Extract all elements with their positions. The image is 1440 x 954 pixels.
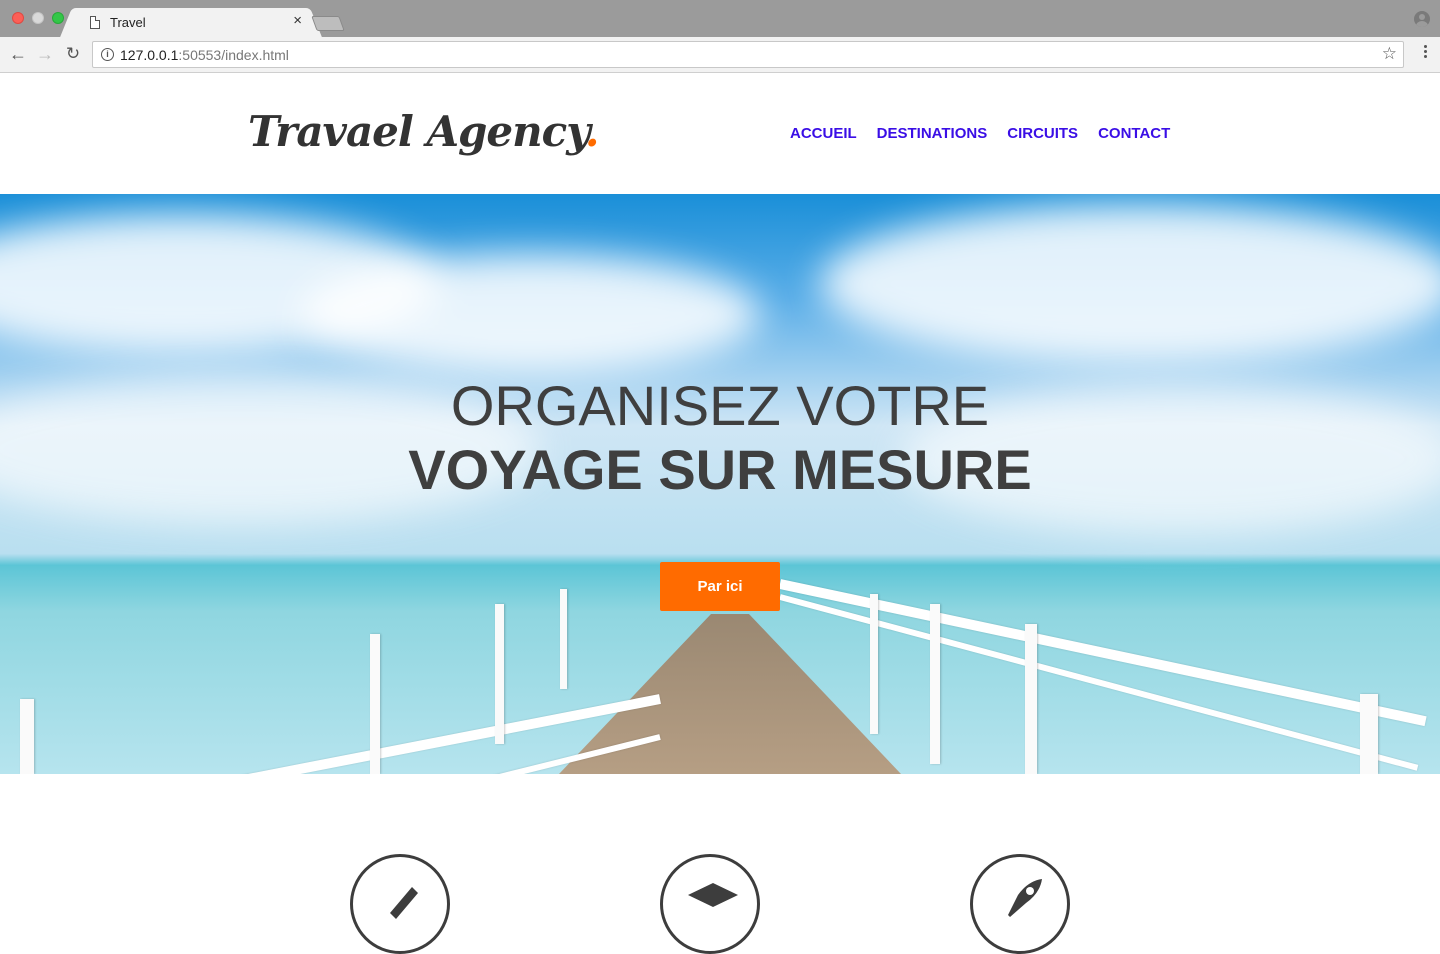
maximize-window-button[interactable] (52, 12, 64, 24)
address-bar[interactable]: i 127.0.0.1:50553/index.html ☆ (92, 41, 1404, 68)
hero-heading: ORGANISEZ VOTRE VOYAGE SUR MESURE (0, 374, 1440, 502)
hero-heading-line2: VOYAGE SUR MESURE (408, 438, 1032, 501)
site-logo[interactable]: Travael Agency. (248, 107, 599, 156)
hero-heading-line1: ORGANISEZ VOTRE (450, 374, 990, 437)
cta-button[interactable]: Par ici (660, 562, 780, 611)
rocket-icon (970, 854, 1070, 954)
browser-tab[interactable]: Travel × (74, 8, 308, 37)
hero-cloud (300, 254, 760, 374)
browser-menu-icon[interactable] (1424, 45, 1428, 63)
info-icon[interactable]: i (101, 48, 114, 61)
reload-icon[interactable]: ↻ (62, 43, 84, 65)
nav-link-circuits[interactable]: CIRCUITS (1007, 125, 1078, 142)
url-text[interactable]: 127.0.0.1:50553/index.html (120, 47, 289, 63)
new-tab-button[interactable] (311, 16, 345, 31)
tab-close-icon[interactable]: × (293, 13, 302, 28)
minimize-window-button[interactable] (32, 12, 44, 24)
document-icon (90, 16, 100, 29)
main-nav: ACCUEIL DESTINATIONS CIRCUITS CONTACT (790, 125, 1170, 142)
forward-arrow-icon[interactable]: → (34, 43, 56, 65)
hero-cloud (820, 204, 1440, 364)
browser-titlebar: Travel × (0, 0, 1440, 37)
hero-banner: ORGANISEZ VOTRE VOYAGE SUR MESURE Par ic… (0, 194, 1440, 774)
features-section (0, 774, 1440, 954)
pier-post (1360, 694, 1378, 774)
profile-icon[interactable] (1414, 11, 1430, 27)
browser-toolbar: ← → ↻ i 127.0.0.1:50553/index.html ☆ (0, 37, 1440, 73)
pier-post (495, 604, 504, 744)
pier-post (1025, 624, 1037, 774)
site-header: Travael Agency. ACCUEIL DESTINATIONS CIR… (0, 73, 1440, 194)
pier-post (930, 604, 940, 764)
pier-post (370, 634, 380, 774)
pier-post (560, 589, 567, 689)
pier-rail-left-lower (18, 734, 661, 774)
back-arrow-icon[interactable]: ← (7, 43, 29, 65)
pencil-icon (350, 854, 450, 954)
nav-link-destinations[interactable]: DESTINATIONS (877, 125, 988, 142)
bookmark-star-icon[interactable]: ☆ (1382, 44, 1397, 64)
pier-post (870, 594, 878, 734)
graduation-cap-icon (660, 854, 760, 954)
pier-post (20, 699, 34, 774)
close-window-button[interactable] (12, 12, 24, 24)
tab-title: Travel (110, 15, 146, 30)
nav-link-contact[interactable]: CONTACT (1098, 125, 1170, 142)
nav-link-accueil[interactable]: ACCUEIL (790, 125, 857, 142)
